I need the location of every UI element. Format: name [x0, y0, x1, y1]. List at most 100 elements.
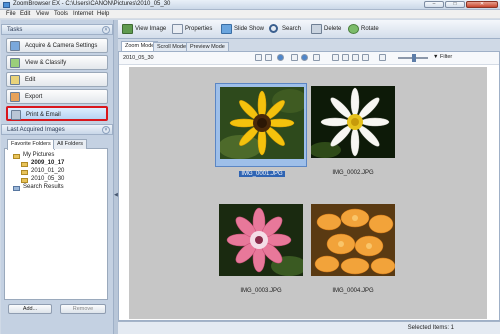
search-label: Search — [282, 26, 302, 32]
toolbar: View Image Properties Slide Show Search … — [118, 20, 500, 39]
tasks-header-label: Tasks — [7, 27, 23, 33]
status-bar: Selected Items: 1 — [118, 321, 500, 334]
rotate-label: Rotate — [361, 26, 379, 32]
menu-bar: File Edit View Tools Internet Help — [0, 10, 500, 19]
tree-item-my-pictures[interactable]: My Pictures — [23, 152, 54, 158]
properties-label: Properties — [185, 26, 213, 32]
export-icon — [10, 92, 20, 102]
menu-internet[interactable]: Internet — [73, 11, 93, 17]
task-edit[interactable]: Edit — [6, 72, 108, 87]
collapse-tasks-icon[interactable]: ˄ — [102, 26, 110, 34]
camera-icon — [10, 41, 20, 51]
forward-icon[interactable] — [265, 54, 272, 61]
filter-label: Filter — [439, 54, 453, 60]
tasks-header[interactable]: Tasks ˄ — [1, 24, 113, 35]
rotate-button[interactable]: Rotate — [348, 23, 384, 36]
info-icon[interactable] — [301, 54, 308, 61]
tree-item-search-results[interactable]: Search Results — [23, 184, 64, 190]
back-icon[interactable] — [255, 54, 262, 61]
tab-preview-mode[interactable]: Preview Mode — [186, 42, 229, 51]
task-export[interactable]: Export — [6, 89, 108, 104]
thumbnail-filename: IMG_0003.JPG — [240, 288, 282, 294]
zoom-in-icon[interactable] — [342, 54, 349, 61]
expand-icon[interactable] — [379, 54, 386, 61]
zoom-slider[interactable] — [398, 54, 428, 62]
tab-favorite-folders[interactable]: Favorite Folders — [7, 139, 55, 150]
properties-icon — [172, 24, 183, 34]
task-view-classify[interactable]: View & Classify — [6, 55, 108, 70]
thumbnail-filename: IMG_0002.JPG — [332, 170, 374, 176]
close-button[interactable]: ✕ — [466, 1, 498, 8]
thumbnail-item[interactable]: IMG_0002.JPG — [307, 83, 399, 176]
thumbnail-item[interactable]: IMG_0001.JPG — [215, 83, 307, 177]
menu-view[interactable]: View — [36, 11, 49, 17]
menu-help[interactable]: Help — [97, 11, 109, 17]
tree-item-2009-10-17[interactable]: 2009_10_17 — [31, 160, 64, 166]
thumbnail-item[interactable]: IMG_0004.JPG — [307, 201, 399, 294]
folder-icon — [13, 154, 20, 159]
print-email-icon — [11, 110, 21, 120]
refresh-icon[interactable] — [277, 54, 284, 61]
task-label: Export — [25, 94, 43, 100]
view-classify-icon — [10, 58, 20, 68]
last-acquired-label: Last Acquired Images — [7, 127, 65, 133]
thumbnail-image-pink-flower — [219, 204, 303, 276]
menu-tools[interactable]: Tools — [54, 11, 68, 17]
task-label: Acquire & Camera Settings — [25, 43, 98, 49]
app-icon — [3, 2, 10, 8]
thumbnail-image-white-daisy — [311, 86, 395, 158]
trash-icon — [311, 24, 322, 34]
task-label: View & Classify — [25, 60, 67, 66]
search-icon — [269, 24, 278, 33]
tab-scroll-mode[interactable]: Scroll Mode — [153, 42, 191, 51]
select-icon[interactable] — [332, 54, 339, 61]
last-acquired-header[interactable]: Last Acquired Images ˅ — [1, 124, 113, 135]
rotate-icon — [348, 24, 359, 34]
task-label: Print & Email — [26, 112, 61, 118]
view-image-label: View Image — [135, 26, 167, 32]
view-image-icon — [122, 24, 133, 34]
folder-icon — [21, 170, 28, 175]
task-label: Edit — [25, 77, 36, 83]
zoom-slider-knob[interactable] — [412, 54, 416, 62]
delete-button[interactable]: Delete — [311, 23, 345, 36]
tree-item-2010-05-30[interactable]: 2010_05_30 — [31, 176, 64, 182]
thumbnail-item[interactable]: IMG_0003.JPG — [215, 201, 307, 294]
menu-edit[interactable]: Edit — [20, 11, 30, 17]
minimize-button[interactable]: – — [424, 1, 444, 8]
fit-icon[interactable] — [362, 54, 369, 61]
filter-icon: ▼ — [433, 54, 440, 60]
search-results-icon — [13, 186, 20, 191]
filter-button[interactable]: ▼ Filter — [433, 54, 452, 60]
properties-button[interactable]: Properties — [172, 23, 216, 36]
slide-show-label: Slide Show — [234, 26, 265, 32]
thumbnail-image-orange-flowers — [311, 204, 395, 276]
task-print-email[interactable]: Print & Email — [6, 106, 108, 121]
thumbnail-filename: IMG_0001.JPG — [239, 171, 285, 177]
tree-item-2010-01-20[interactable]: 2010_01_20 — [31, 168, 64, 174]
sort-icon[interactable] — [291, 54, 298, 61]
expand-last-acquired-icon[interactable]: ˅ — [102, 126, 110, 134]
slide-show-button[interactable]: Slide Show — [221, 23, 267, 36]
tab-all-folders[interactable]: All Folders — [53, 139, 87, 149]
content-area: 2010_05_30 ▼ Filter IMG_0001.JPG IMG_000… — [118, 51, 500, 321]
edit-icon — [10, 75, 20, 85]
folder-date-label: 2010_05_30 — [123, 55, 154, 61]
view-subtoolbar: 2010_05_30 ▼ Filter — [119, 52, 499, 65]
menu-file[interactable]: File — [6, 11, 16, 17]
title-bar: ZoomBrowser EX - C:\Users\CANON\Pictures… — [0, 0, 500, 10]
slide-show-icon — [221, 24, 232, 34]
search-button[interactable]: Search — [269, 23, 307, 36]
favorite-icon[interactable] — [313, 54, 320, 61]
view-image-button[interactable]: View Image — [122, 23, 170, 36]
thumbnail-image-yellow-flower — [220, 87, 304, 159]
task-acquire-camera-settings[interactable]: Acquire & Camera Settings — [6, 38, 108, 53]
thumbnail-filename: IMG_0004.JPG — [332, 288, 374, 294]
window-title: ZoomBrowser EX - C:\Users\CANON\Pictures… — [13, 1, 171, 7]
remove-folder-button[interactable]: Remove — [60, 304, 106, 314]
maximize-button[interactable]: □ — [445, 1, 465, 8]
add-folder-button[interactable]: Add... — [8, 304, 52, 314]
zoom-out-icon[interactable] — [352, 54, 359, 61]
folder-icon — [21, 178, 28, 183]
folder-pane: Favorite Folders All Folders My Pictures… — [4, 139, 108, 300]
